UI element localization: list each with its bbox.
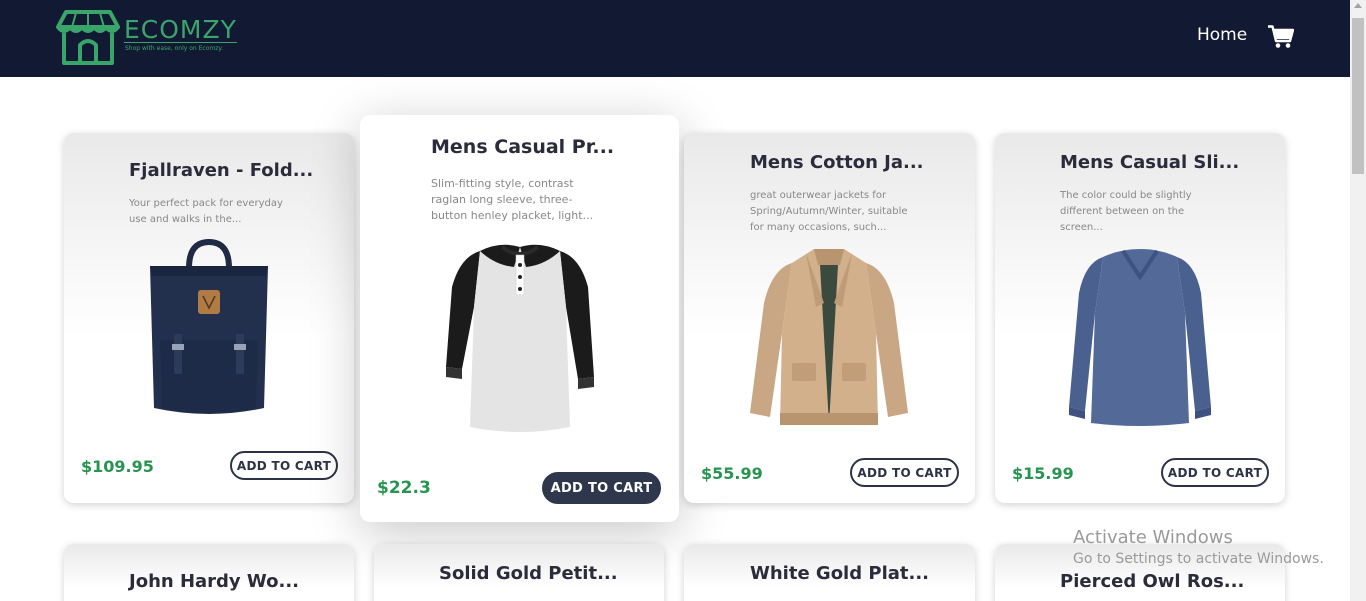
product-title: Pierced Owl Ros...	[1060, 571, 1245, 592]
product-card[interactable]: Mens Casual Pr... Slim-fitting style, co…	[360, 115, 679, 522]
brand-tagline: Shop with ease, only on Ecomzy.	[125, 45, 223, 52]
product-price: $55.99	[701, 464, 763, 483]
shop-icon	[56, 10, 120, 65]
slim-shirt-image	[1069, 249, 1211, 426]
product-description: great outerwear jackets for Spring/Autum…	[750, 190, 908, 233]
product-title: White Gold Plat...	[750, 563, 930, 584]
product-title: Mens Cotton Ja...	[750, 152, 924, 173]
product-title: Solid Gold Petit...	[439, 563, 618, 584]
product-card[interactable]: Solid Gold Petit...	[374, 544, 664, 601]
page-scrollbar[interactable]	[1350, 0, 1366, 601]
backpack-image	[150, 238, 268, 414]
ecomzy-logo[interactable]: ECOMZY Shop with ease, only on Ecomzy.	[56, 9, 236, 67]
product-title: Mens Casual Sli...	[1060, 152, 1240, 173]
watermark-title: Activate Windows	[1073, 527, 1233, 548]
add-to-cart-button[interactable]: ADD TO CART	[850, 458, 959, 487]
product-title: Mens Casual Pr...	[431, 136, 615, 158]
product-card[interactable]: John Hardy Wo...	[64, 544, 354, 601]
brand-name: ECOMZY	[124, 15, 237, 44]
product-title: John Hardy Wo...	[129, 571, 300, 592]
product-title: Fjallraven - Fold...	[129, 160, 314, 181]
product-card[interactable]: Fjallraven - Fold... Your perfect pack f…	[64, 133, 354, 503]
add-to-cart-button[interactable]: ADD TO CART	[542, 472, 661, 504]
product-card[interactable]: Mens Casual Sli... The color could be sl…	[995, 133, 1285, 503]
add-to-cart-button[interactable]: ADD TO CART	[1161, 458, 1269, 487]
product-card[interactable]: Mens Cotton Ja... great outerwear jacket…	[684, 133, 975, 503]
navbar: ECOMZY Shop with ease, only on Ecomzy. H…	[0, 0, 1350, 77]
shopping-cart-icon[interactable]	[1268, 25, 1294, 49]
nav-home-link[interactable]: Home	[1197, 25, 1247, 45]
product-price: $15.99	[1012, 464, 1074, 483]
product-description: The color could be slightly different be…	[1060, 190, 1192, 233]
add-to-cart-button[interactable]: ADD TO CART	[230, 451, 338, 480]
product-price: $22.3	[377, 478, 431, 498]
scroll-up-arrow-icon[interactable]	[1354, 3, 1362, 8]
jacket-image	[750, 249, 908, 425]
product-card[interactable]: White Gold Plat...	[684, 544, 975, 601]
product-price: $109.95	[81, 457, 154, 476]
watermark-subtitle: Go to Settings to activate Windows.	[1073, 551, 1324, 567]
activate-windows-watermark: Activate Windows Go to Settings to activ…	[1073, 527, 1324, 567]
raglan-shirt-image	[446, 244, 594, 432]
scroll-thumb[interactable]	[1352, 18, 1364, 174]
product-description: Slim-fitting style, contrast raglan long…	[431, 177, 594, 222]
product-description: Your perfect pack for everyday use and w…	[129, 198, 283, 225]
